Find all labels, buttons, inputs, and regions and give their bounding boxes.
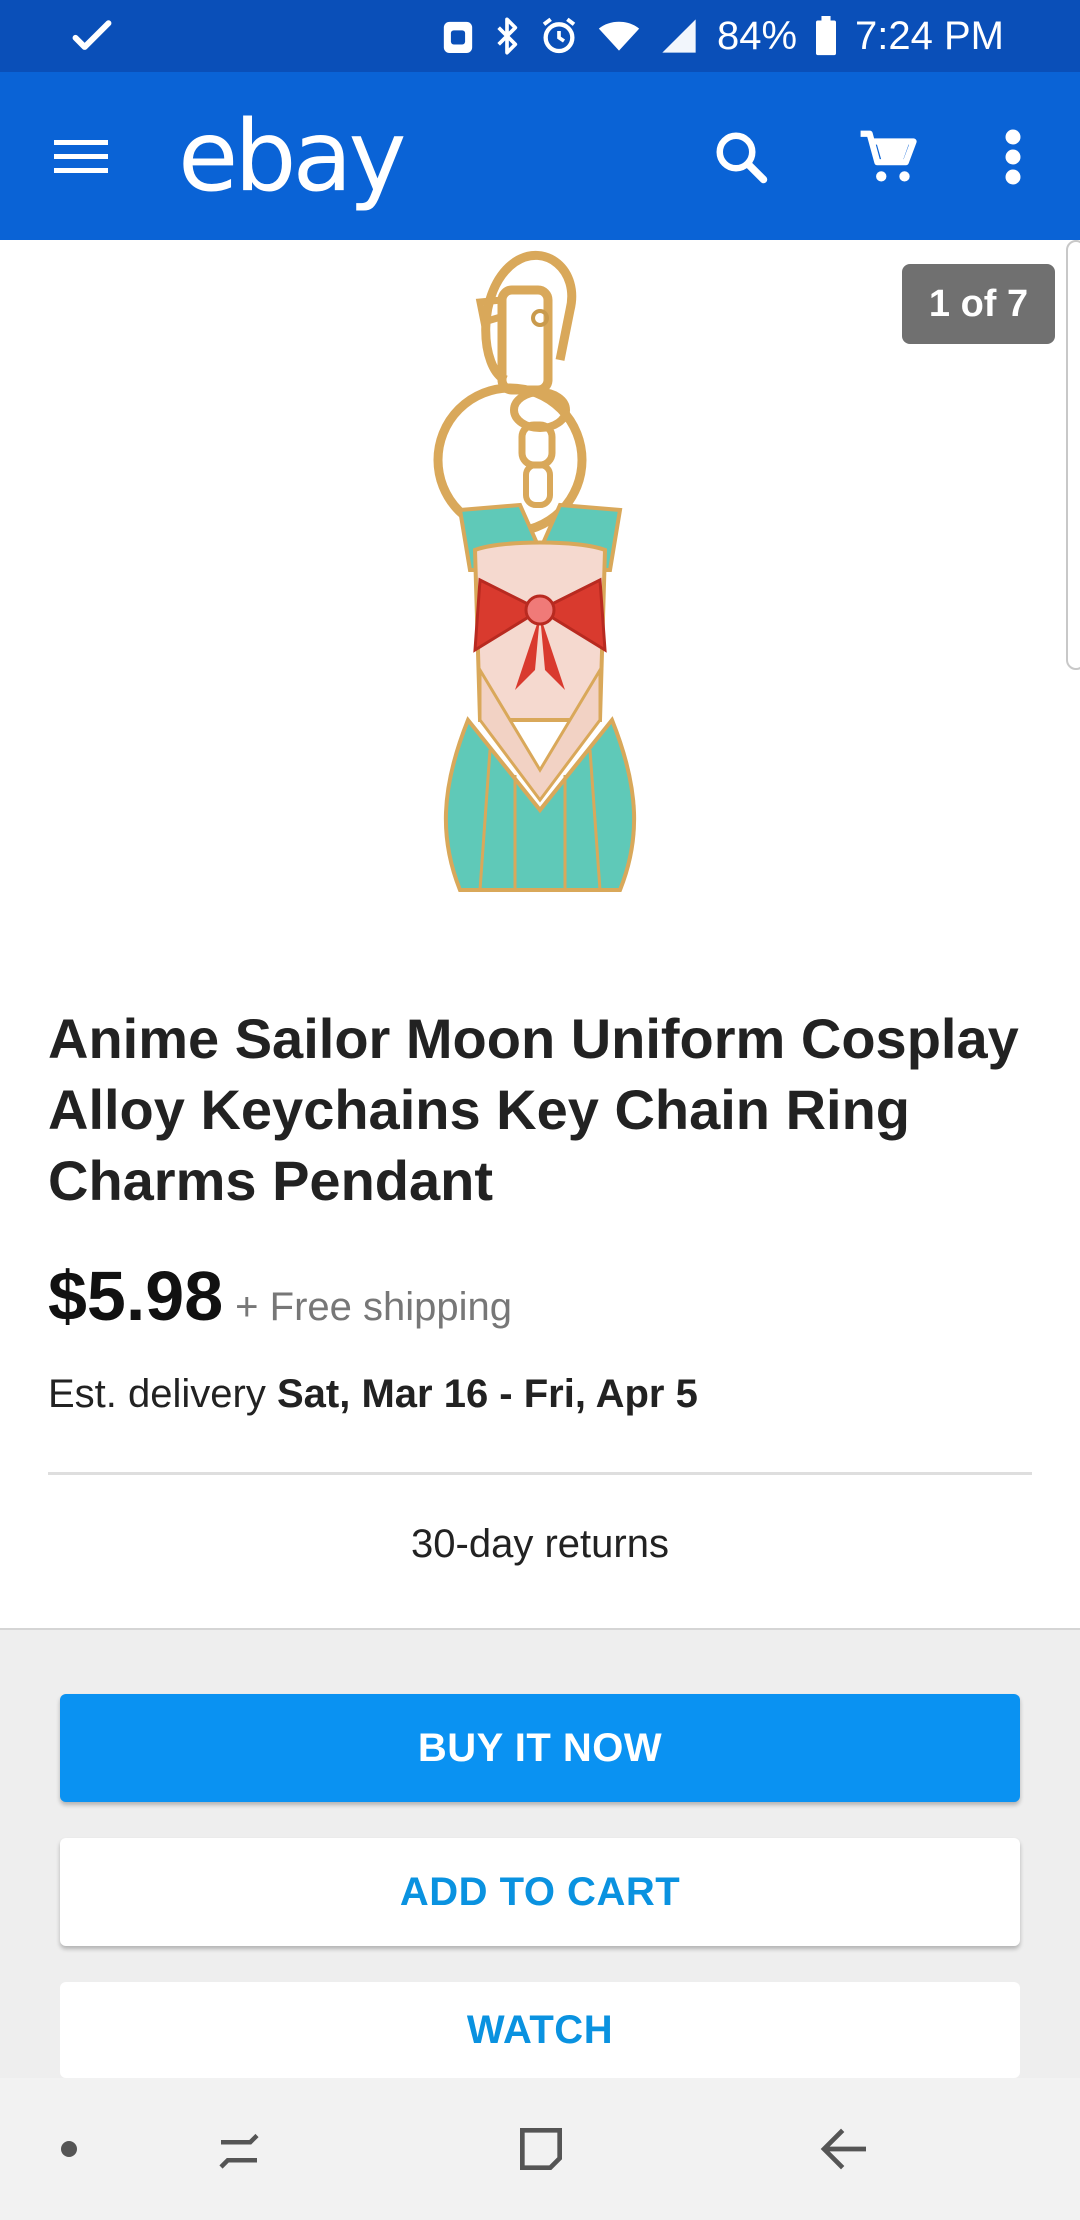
price: $5.98 bbox=[48, 1257, 224, 1335]
gallery-scroll-edge bbox=[1066, 240, 1080, 670]
search-icon[interactable] bbox=[706, 122, 776, 192]
product-image[interactable] bbox=[420, 250, 660, 940]
bluetooth-icon bbox=[493, 16, 521, 56]
dot-icon[interactable] bbox=[34, 2114, 104, 2184]
watch-button[interactable]: WATCH bbox=[60, 1982, 1020, 2078]
status-bar: 84% 7:24 PM bbox=[0, 0, 1080, 72]
status-icons: 84% 7:24 PM bbox=[441, 0, 1004, 72]
menu-icon[interactable] bbox=[52, 126, 112, 186]
buy-it-now-button[interactable]: BUY IT NOW bbox=[60, 1694, 1020, 1802]
battery-percent: 84% bbox=[716, 13, 798, 58]
estimated-delivery: Est. delivery Sat, Mar 16 - Fri, Apr 5 bbox=[48, 1372, 698, 1417]
alarm-icon bbox=[539, 16, 579, 56]
system-nav-bar bbox=[0, 2078, 1080, 2220]
image-counter-badge: 1 of 7 bbox=[902, 264, 1055, 344]
home-icon[interactable] bbox=[506, 2114, 576, 2184]
shipping-info: + Free shipping bbox=[235, 1285, 513, 1329]
cart-icon[interactable] bbox=[854, 122, 924, 192]
wifi-icon bbox=[597, 16, 641, 56]
add-to-cart-button[interactable]: ADD TO CART bbox=[60, 1838, 1020, 1946]
price-row: $5.98 + Free shipping bbox=[48, 1256, 512, 1336]
divider bbox=[48, 1472, 1032, 1475]
signal-icon bbox=[659, 16, 699, 56]
more-vert-icon[interactable] bbox=[978, 122, 1048, 192]
android-icon bbox=[441, 16, 475, 56]
battery-icon bbox=[815, 16, 837, 56]
check-icon bbox=[70, 14, 114, 63]
returns-policy[interactable]: 30-day returns bbox=[0, 1522, 1080, 1567]
status-time: 7:24 PM bbox=[855, 13, 1004, 58]
delivery-dates: Sat, Mar 16 - Fri, Apr 5 bbox=[276, 1372, 698, 1416]
app-bar: ebay bbox=[0, 72, 1080, 240]
back-icon[interactable] bbox=[810, 2114, 880, 2184]
product-title: Anime Sailor Moon Uniform Cosplay Alloy … bbox=[48, 1007, 1019, 1212]
delivery-label: Est. delivery bbox=[48, 1372, 266, 1416]
recent-apps-icon[interactable] bbox=[204, 2114, 274, 2184]
ebay-logo[interactable]: ebay bbox=[178, 100, 407, 214]
